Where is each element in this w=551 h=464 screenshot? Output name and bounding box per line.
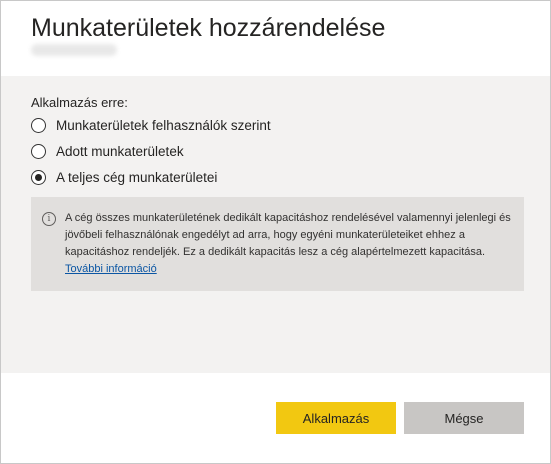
info-message-box: i A cég összes munkaterületének dedikált… xyxy=(31,197,524,291)
radio-option-specific-workspaces[interactable]: Adott munkaterületek xyxy=(31,144,184,159)
info-icon: i xyxy=(42,212,56,226)
dialog-title: Munkaterületek hozzárendelése xyxy=(31,14,386,42)
apply-to-label: Alkalmazás erre: xyxy=(31,95,128,110)
radio-button-icon[interactable] xyxy=(31,144,46,159)
content-panel: Alkalmazás erre: Munkaterületek felhaszn… xyxy=(1,76,550,373)
info-message-text: A cég összes munkaterületének dedikált k… xyxy=(65,210,511,278)
learn-more-link[interactable]: További információ xyxy=(65,263,157,275)
radio-option-label: A teljes cég munkaterületei xyxy=(56,170,218,185)
assign-workspaces-dialog: Munkaterületek hozzárendelése Alkalmazás… xyxy=(0,0,551,464)
dialog-footer: Alkalmazás Mégse xyxy=(1,373,550,463)
cancel-button[interactable]: Mégse xyxy=(404,402,524,434)
radio-option-label: Adott munkaterületek xyxy=(56,144,184,159)
info-message-body: A cég összes munkaterületének dedikált k… xyxy=(65,212,511,258)
radio-option-label: Munkaterületek felhasználók szerint xyxy=(56,118,271,133)
radio-option-entire-organization[interactable]: A teljes cég munkaterületei xyxy=(31,170,217,185)
dialog-header: Munkaterületek hozzárendelése xyxy=(1,1,550,76)
radio-button-selected-icon[interactable] xyxy=(31,170,46,185)
radio-option-workspaces-by-users[interactable]: Munkaterületek felhasználók szerint xyxy=(31,118,271,133)
apply-button[interactable]: Alkalmazás xyxy=(276,402,396,434)
dialog-body: Alkalmazás erre: Munkaterületek felhaszn… xyxy=(1,76,550,463)
radio-button-icon[interactable] xyxy=(31,118,46,133)
redacted-subtitle xyxy=(31,44,117,56)
